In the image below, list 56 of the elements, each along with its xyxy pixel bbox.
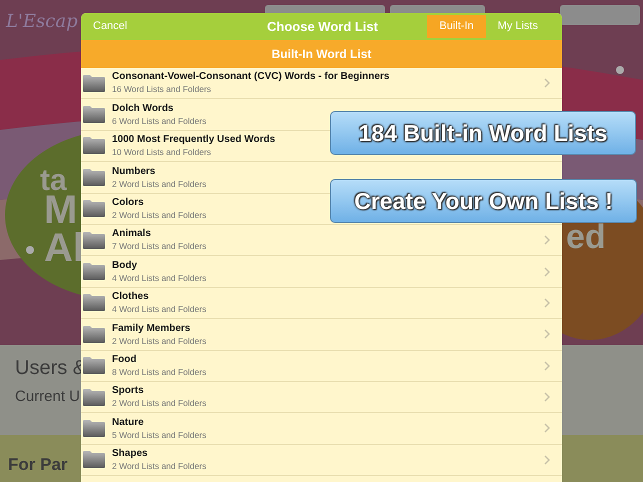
row-title: Family Members <box>112 324 192 334</box>
title-fragment: ta <box>40 163 67 197</box>
word-list-row[interactable]: Animals 7 Word Lists and Folders <box>81 224 562 256</box>
row-subtitle: 2 Word Lists and Folders <box>112 180 206 188</box>
folder-icon <box>83 106 105 124</box>
folder-icon <box>83 294 105 312</box>
row-title: Food <box>112 354 138 365</box>
word-list-row[interactable]: Clothes 4 Word Lists and Folders <box>81 288 562 320</box>
row-title: Body <box>112 260 138 271</box>
row-subtitle: 2 Word Lists and Folders <box>112 462 206 471</box>
list-header-title: Built-In Word List <box>272 46 372 63</box>
word-list-row[interactable]: Family Members 2 Word Lists and Folders <box>81 319 562 351</box>
row-subtitle: 2 Word Lists and Folders <box>112 211 206 220</box>
row-title: Dolch Words <box>112 104 174 114</box>
folder-icon <box>83 451 105 468</box>
folder-icon <box>83 200 105 218</box>
folder-icon <box>83 420 105 437</box>
row-title: Colors <box>112 198 145 208</box>
row-title: Shapes <box>112 449 149 460</box>
folder-icon <box>83 388 105 406</box>
folder-icon <box>83 357 105 374</box>
row-subtitle: 10 Word Lists and Folders <box>112 148 212 157</box>
current-user-label: Current U <box>15 387 80 407</box>
row-title: Consonant-Vowel-Consonant (CVC) Words - for Beginners <box>112 72 390 82</box>
folder-icon <box>83 326 105 343</box>
row-subtitle: 2 Word Lists and Folders <box>112 336 206 346</box>
row-subtitle: 5 Word Lists and Folders <box>112 430 206 440</box>
row-subtitle: 16 Word Lists and Folders <box>112 85 212 94</box>
folder-icon <box>83 74 105 92</box>
row-title: Clothes <box>112 292 150 302</box>
word-list-row[interactable]: Consonant-Vowel-Consonant (CVC) Words - for Beginners 16 Word Lists and Folders <box>81 68 562 100</box>
row-title: Animals <box>112 229 152 240</box>
row-subtitle: 4 Word Lists and Folders <box>112 305 206 314</box>
section-title: For Par <box>8 454 68 476</box>
row-title: Sports <box>112 386 145 396</box>
title-fragment: ed <box>566 217 606 258</box>
row-title: Nature <box>112 418 145 428</box>
row-title: Numbers <box>112 166 156 177</box>
row-subtitle: 2 Word Lists and Folders <box>112 399 206 408</box>
title-fragment: Al <box>44 225 84 272</box>
folder-icon <box>83 263 105 280</box>
word-list-row[interactable]: Body 4 Word Lists and Folders <box>81 256 562 288</box>
word-list-row[interactable]: Nature 5 Word Lists and Folders <box>81 413 562 445</box>
word-list-row[interactable]: Shapes 2 Word Lists and Folders <box>81 444 562 476</box>
folder-icon <box>83 232 105 249</box>
nav-title: Choose Word List <box>267 18 378 36</box>
word-list-row[interactable]: Food 8 Word Lists and Folders <box>81 350 562 382</box>
row-title: 1000 Most Frequently Used Words <box>112 135 276 146</box>
app-logo: L'Escap <box>6 10 78 34</box>
folder-icon <box>83 137 105 154</box>
row-subtitle: 6 Word Lists and Folders <box>112 116 206 126</box>
row-subtitle: 8 Word Lists and Folders <box>112 368 206 376</box>
word-list-row[interactable]: Sports 2 Word Lists and Folders <box>81 382 562 414</box>
row-subtitle: 7 Word Lists and Folders <box>112 242 206 251</box>
row-subtitle: 4 Word Lists and Folders <box>112 274 206 282</box>
folder-icon <box>83 168 105 186</box>
